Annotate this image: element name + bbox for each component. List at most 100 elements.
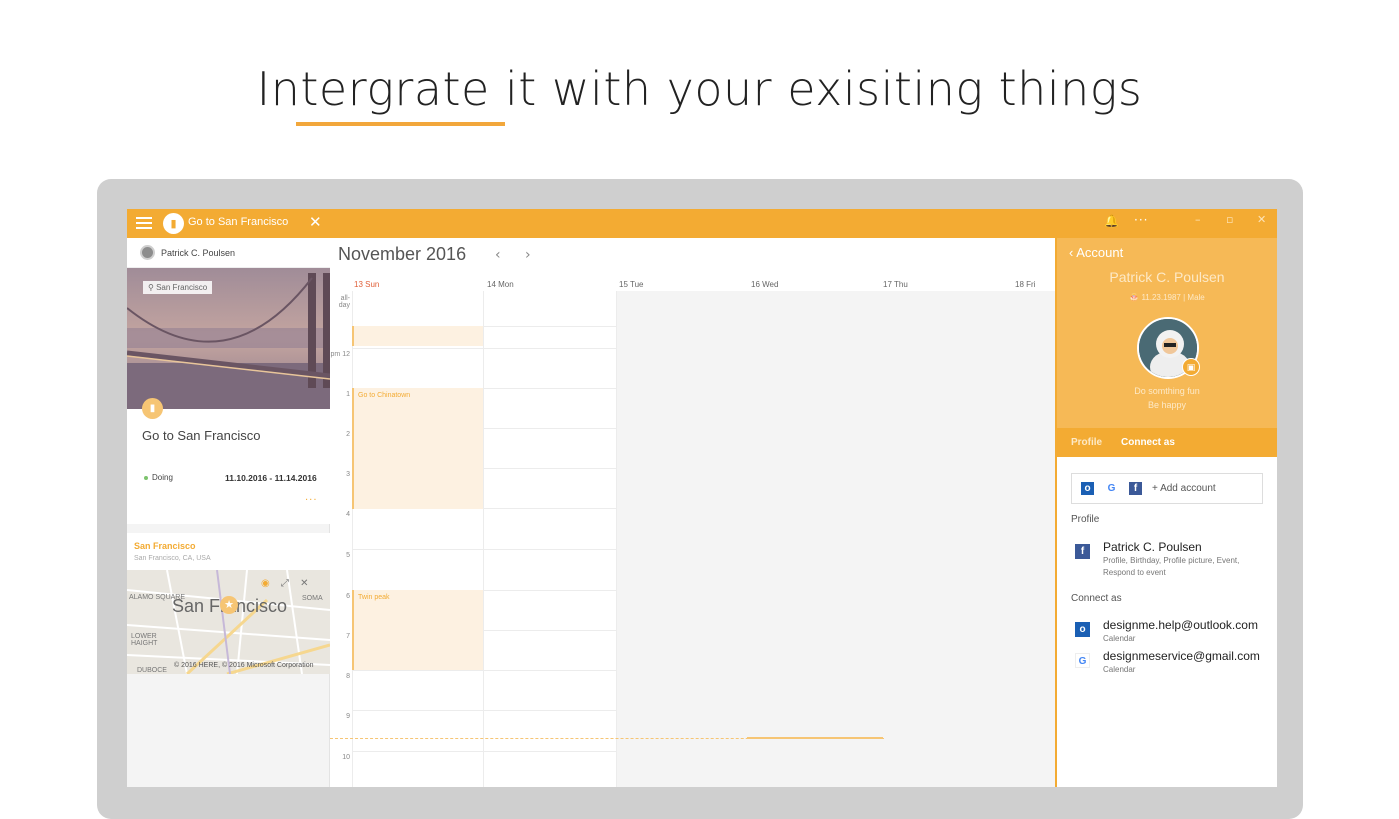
avatar (140, 245, 155, 260)
quote-line-1: Do somthing fun (1134, 386, 1200, 396)
place-header: San Francisco San Francisco, CA, USA (127, 533, 330, 570)
hour-label: 8 (346, 673, 350, 680)
add-account-box[interactable]: o G f + Add account (1071, 473, 1263, 504)
google-icon: G (1075, 653, 1090, 668)
tab-connect-as[interactable]: Connect as (1121, 437, 1175, 448)
event-title: Go to Chinatown (358, 392, 411, 399)
locate-icon[interactable]: ◉ (261, 578, 270, 589)
headline: Intergrate it with your exisiting things (256, 62, 1143, 116)
hour-label: 6 (346, 593, 350, 600)
event-title: Twin peak (358, 594, 390, 601)
profile-permissions: Profile, Birthday, Profile picture, Even… (1103, 556, 1240, 577)
minimize-button[interactable]: – (1195, 213, 1201, 226)
account-header: ‹ Account Patrick C. Poulsen 🎂 11.23.198… (1057, 238, 1277, 428)
account-name: Patrick C. Poulsen (1109, 269, 1225, 285)
facebook-icon: f (1075, 544, 1090, 559)
hour-label: 5 (346, 552, 350, 559)
calendar-event[interactable]: Twin peak (352, 590, 483, 670)
outlook-icon[interactable]: o (1081, 482, 1094, 495)
calendar-view: November 2016 ‹ › 13 Sun 14 Mon 15 Tue 1… (330, 238, 1055, 787)
user-row[interactable]: Patrick C. Poulsen (127, 238, 330, 268)
expand-icon[interactable]: ⤢ (281, 578, 289, 589)
profile-account-name: Patrick C. Poulsen (1103, 540, 1202, 554)
hour-label: 2 (346, 431, 350, 438)
day-header[interactable]: 16 Wed (751, 280, 778, 289)
day-header[interactable]: 17 Thu (883, 280, 908, 289)
day-header[interactable]: 15 Tue (619, 280, 643, 289)
next-month-button[interactable]: › (525, 247, 531, 263)
day-header[interactable]: 14 Mon (487, 280, 514, 289)
hour-line (352, 751, 616, 752)
column-divider (616, 291, 617, 787)
google-icon[interactable]: G (1105, 482, 1118, 495)
hour-label: 1 (346, 391, 350, 398)
location-tag: ⚲ San Francisco (143, 281, 213, 294)
connection-item[interactable]: o designme.help@outlook.com Calendar (1071, 618, 1271, 644)
allday-event[interactable] (352, 326, 483, 346)
status-badge: Doing (144, 473, 173, 482)
hour-label: 4 (346, 511, 350, 518)
account-panel: ‹ Account Patrick C. Poulsen 🎂 11.23.198… (1055, 238, 1277, 787)
hour-label: 3 (346, 471, 350, 478)
hour-label: pm 12 (330, 351, 350, 358)
connection-email: designmeservice@gmail.com (1103, 649, 1260, 663)
hour-label: 7 (346, 633, 350, 640)
back-button[interactable]: ‹ Account (1069, 245, 1123, 260)
trip-title: Go to San Francisco (142, 428, 261, 443)
profile-account[interactable]: f Patrick C. Poulsen Profile, Birthday, … (1071, 540, 1271, 580)
account-tabs: Profile Connect as (1057, 428, 1277, 457)
title-bar: ▮ Go to San Francisco ✕ 🔔 ··· – ▫ ✕ (127, 209, 1277, 238)
trip-photo: ⚲ San Francisco (127, 268, 330, 409)
current-time-marker (747, 737, 883, 739)
app-window: ▮ Go to San Francisco ✕ 🔔 ··· – ▫ ✕ Patr… (127, 209, 1277, 787)
connection-email: designme.help@outlook.com (1103, 618, 1258, 632)
hour-line (352, 710, 616, 711)
hour-line (352, 348, 616, 349)
tab-profile[interactable]: Profile (1071, 437, 1102, 448)
card-more-button[interactable]: ··· (305, 495, 318, 506)
place-address: San Francisco, CA, USA (134, 555, 211, 562)
day-header[interactable]: 18 Fri (1015, 280, 1035, 289)
trip-card[interactable]: ▮ Go to San Francisco Doing 11.10.2016 -… (127, 398, 330, 524)
status-label: Doing (152, 473, 173, 482)
window-title: Go to San Francisco (188, 216, 289, 228)
map-label-soma: SOMA (302, 595, 323, 602)
connection-type: Calendar (1103, 665, 1136, 674)
connect-section-label: Connect as (1071, 593, 1122, 604)
prev-month-button[interactable]: ‹ (495, 247, 501, 263)
window-close-button[interactable]: ✕ (1257, 213, 1266, 226)
location-tag-label: San Francisco (156, 283, 208, 292)
chevron-left-icon: ‹ (1069, 245, 1074, 260)
left-panel: Patrick C. Poulsen ⚲ San Francisco ▮ Go … (127, 238, 330, 787)
column-divider (352, 291, 353, 787)
map-view[interactable]: ALAMO SQUARE LOWER HAIGHT SOMA DUBOCE Sa… (127, 570, 330, 674)
hamburger-icon[interactable] (136, 217, 152, 229)
camera-icon[interactable]: ▣ (1182, 358, 1200, 376)
trip-dates: 11.10.2016 - 11.14.2016 (225, 473, 317, 483)
connection-type: Calendar (1103, 634, 1136, 643)
calendar-event[interactable]: Go to Chinatown (352, 388, 483, 509)
star-pin-icon[interactable]: ★ (220, 596, 238, 614)
quote-line-2: Be happy (1147, 400, 1187, 410)
more-menu-button[interactable]: ··· (1134, 213, 1148, 227)
map-label-lower-haight: LOWER HAIGHT (131, 633, 158, 647)
connection-item[interactable]: G designmeservice@gmail.com Calendar (1071, 649, 1271, 675)
bell-icon[interactable]: 🔔 (1104, 214, 1119, 228)
map-copyright: © 2016 HERE, © 2016 Microsoft Corporatio… (174, 662, 314, 669)
hour-label: 10 (342, 754, 350, 761)
account-birthday: 🎂 11.23.1987 | Male (1057, 293, 1277, 302)
close-icon[interactable]: ✕ (300, 578, 308, 589)
add-account-button[interactable]: + Add account (1152, 483, 1216, 494)
hour-line (352, 549, 616, 550)
hour-line (352, 670, 616, 671)
close-icon[interactable]: ✕ (309, 213, 322, 231)
column-divider (483, 291, 484, 787)
map-label-duboce: DUBOCE (137, 667, 167, 674)
maximize-button[interactable]: ▫ (1226, 213, 1233, 226)
facebook-icon[interactable]: f (1129, 482, 1142, 495)
calendar-grid[interactable]: all-day pm 12 1 2 3 4 5 6 7 8 9 10 Go to… (330, 291, 1055, 787)
past-days-zone (616, 291, 1055, 787)
map-tools: ◉ ⤢ ✕ (261, 578, 309, 589)
day-header[interactable]: 13 Sun (354, 280, 379, 289)
headline-underline (296, 122, 505, 126)
